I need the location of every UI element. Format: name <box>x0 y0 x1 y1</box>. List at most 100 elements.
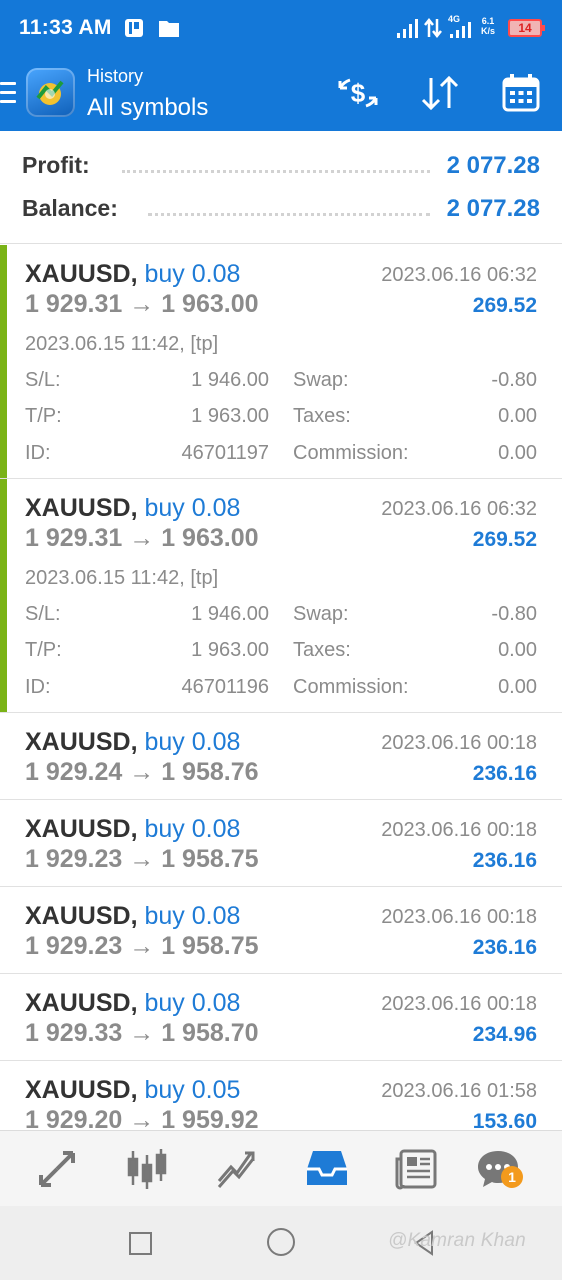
deal-symbol-text: XAUUSD, <box>25 815 138 843</box>
deal-close-time: 2023.06.16 06:32 <box>381 264 537 286</box>
tp-label: T/P: <box>25 405 62 427</box>
deal-open-info: 2023.06.15 11:42, [tp] <box>25 567 219 589</box>
sl-value: 1 946.00 <box>191 369 269 391</box>
id-label: ID: <box>25 442 51 464</box>
tp-label: T/P: <box>25 639 62 661</box>
page-title[interactable]: All symbols <box>87 94 208 122</box>
deal-prices: 1 929.23 → 1 958.75 <box>25 845 259 873</box>
trade-icon[interactable] <box>213 1145 261 1193</box>
bottom-navigation <box>0 1130 562 1206</box>
deal-side: buy 0.08 <box>144 902 241 930</box>
commission-value: 0.00 <box>498 442 537 464</box>
deal-symbol-text: XAUUSD, <box>25 728 138 756</box>
metatrader-logo <box>26 68 75 117</box>
parking-icon <box>125 19 143 37</box>
recent-apps-button[interactable] <box>129 1232 152 1255</box>
menu-icon[interactable] <box>0 82 16 104</box>
history-icon[interactable] <box>303 1145 351 1193</box>
deal-profit: 269.52 <box>472 528 537 551</box>
deal-symbol: XAUUSD, buy 0.08 <box>25 902 240 931</box>
deal-prices: 1 929.20 → 1 959.92 <box>25 1106 259 1130</box>
currency-exchange-icon[interactable]: $ <box>336 72 380 114</box>
deal-row[interactable]: XAUUSD, buy 0.08 2023.06.16 00:18 1 929.… <box>0 887 562 974</box>
deal-symbol-text: XAUUSD, <box>25 494 138 522</box>
deal-row[interactable]: XAUUSD, buy 0.08 2023.06.16 00:18 1 929.… <box>0 713 562 800</box>
balance-row: Balance: 2 077.28 <box>22 195 540 225</box>
calendar-icon[interactable] <box>499 72 543 114</box>
sort-icon[interactable] <box>418 72 462 114</box>
deal-close-time: 2023.06.16 00:18 <box>381 993 537 1015</box>
id-value: 46701196 <box>181 676 270 698</box>
top-bar: 11:33 AM 4G 6.1 K/s 14 History All symbo… <box>0 0 562 131</box>
deal-close-time: 2023.06.16 01:58 <box>381 1080 537 1102</box>
watermark: @Kamran Khan <box>388 1230 526 1251</box>
deal-close-time: 2023.06.16 00:18 <box>381 732 537 754</box>
commission-label: Commission: <box>293 676 409 698</box>
system-navigation: @Kamran Khan <box>0 1206 562 1280</box>
deal-symbol: XAUUSD, buy 0.08 <box>25 494 240 523</box>
taxes-value: 0.00 <box>498 639 537 661</box>
id-value: 46701197 <box>181 442 270 464</box>
taxes-label: Taxes: <box>293 405 351 427</box>
battery-indicator: 14 <box>508 19 545 37</box>
swap-value: -0.80 <box>491 603 537 625</box>
tp-value: 1 963.00 <box>191 639 269 661</box>
swap-label: Swap: <box>293 369 349 391</box>
commission-label: Commission: <box>293 442 409 464</box>
status-time: 11:33 AM <box>19 16 112 39</box>
home-button[interactable] <box>267 1228 295 1256</box>
deal-symbol: XAUUSD, buy 0.08 <box>25 260 240 289</box>
deal-prices: 1 929.23 → 1 958.75 <box>25 932 259 960</box>
news-icon[interactable] <box>393 1145 441 1193</box>
deal-symbol: XAUUSD, buy 0.08 <box>25 989 240 1018</box>
deal-profit: 153.60 <box>472 1110 537 1130</box>
folder-icon <box>159 21 179 37</box>
deal-prices: 1 929.33 → 1 958.70 <box>25 1019 259 1047</box>
deal-row[interactable]: XAUUSD, buy 0.05 2023.06.16 01:58 1 929.… <box>0 1061 562 1130</box>
deal-profit: 234.96 <box>472 1023 537 1046</box>
deal-profit: 236.16 <box>472 936 537 959</box>
deal-close-time: 2023.06.16 00:18 <box>381 819 537 841</box>
chart-icon[interactable] <box>123 1145 171 1193</box>
deal-symbol: XAUUSD, buy 0.08 <box>25 815 240 844</box>
quotes-icon[interactable] <box>33 1145 81 1193</box>
deal-symbol: XAUUSD, buy 0.08 <box>25 728 240 757</box>
signal-2-icon <box>450 22 471 38</box>
tp-value: 1 963.00 <box>191 405 269 427</box>
deal-open-info: 2023.06.15 11:42, [tp] <box>25 333 219 355</box>
swap-label: Swap: <box>293 603 349 625</box>
deal-row[interactable]: XAUUSD, buy 0.08 2023.06.16 00:18 1 929.… <box>0 974 562 1061</box>
profit-row: Profit: 2 077.28 <box>22 152 540 182</box>
network-speed: 6.1 K/s <box>481 16 495 36</box>
dotted-leader <box>148 213 430 216</box>
sl-value: 1 946.00 <box>191 603 269 625</box>
taxes-value: 0.00 <box>498 405 537 427</box>
deal-prices: 1 929.31 → 1 963.00 <box>25 524 259 552</box>
deal-close-time: 2023.06.16 00:18 <box>381 906 537 928</box>
balance-value: 2 077.28 <box>446 195 540 222</box>
dotted-leader <box>122 170 430 173</box>
profit-value: 2 077.28 <box>446 152 540 179</box>
deal-symbol-text: XAUUSD, <box>25 1076 138 1104</box>
deals-list[interactable]: XAUUSD, buy 0.08 2023.06.16 06:32 1 929.… <box>0 245 562 1130</box>
deal-symbol-text: XAUUSD, <box>25 902 138 930</box>
deal-row[interactable]: XAUUSD, buy 0.08 2023.06.16 06:32 1 929.… <box>0 479 562 713</box>
sl-label: S/L: <box>25 603 61 625</box>
deal-side: buy 0.08 <box>144 989 241 1017</box>
deal-profit: 269.52 <box>472 294 537 317</box>
deal-row[interactable]: XAUUSD, buy 0.08 2023.06.16 00:18 1 929.… <box>0 800 562 887</box>
commission-value: 0.00 <box>498 676 537 698</box>
deal-symbol-text: XAUUSD, <box>25 260 138 288</box>
deal-accent-bar <box>0 245 7 478</box>
deal-row[interactable]: XAUUSD, buy 0.08 2023.06.16 06:32 1 929.… <box>0 245 562 479</box>
sl-label: S/L: <box>25 369 61 391</box>
profit-label: Profit: <box>22 152 90 178</box>
taxes-label: Taxes: <box>293 639 351 661</box>
deal-accent-bar <box>0 479 7 712</box>
signal-icon <box>397 19 418 38</box>
deal-side: buy 0.08 <box>144 815 241 843</box>
deal-prices: 1 929.31 → 1 963.00 <box>25 290 259 318</box>
deal-symbol-text: XAUUSD, <box>25 989 138 1017</box>
deal-side: buy 0.08 <box>144 728 241 756</box>
swap-value: -0.80 <box>491 369 537 391</box>
